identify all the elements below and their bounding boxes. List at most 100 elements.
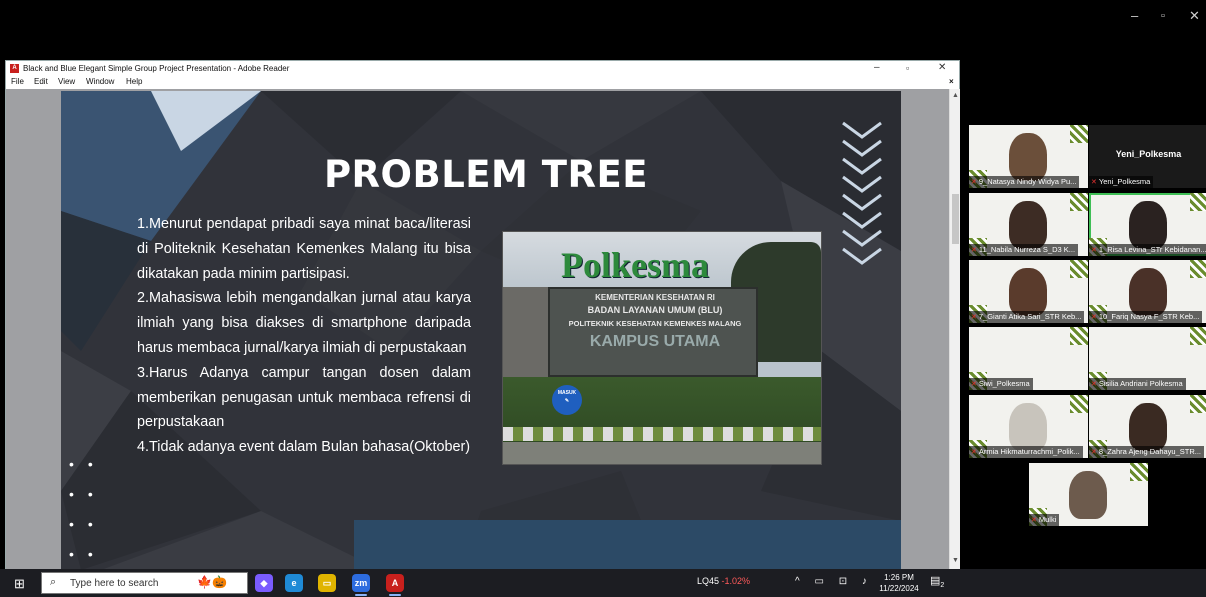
participant-name-label: ✕ 8_Zahra Ajeng Dahayu_STR... (1089, 446, 1205, 458)
participant-video (1009, 268, 1047, 316)
menu-window[interactable]: Window (86, 76, 114, 88)
dot-decoration-icon: •• (69, 456, 107, 472)
reader-maximize-button[interactable]: ▫ (906, 61, 909, 75)
participant-name: 9_Natasya Nindy Widya Pu... (978, 177, 1077, 186)
participant-name-label: ✕ Siwi_Polkesma (969, 378, 1033, 390)
search-placeholder: Type here to search (70, 578, 159, 589)
menu-file[interactable]: File (11, 76, 24, 88)
participant-video (1009, 201, 1047, 249)
edge-icon[interactable]: e (285, 574, 303, 592)
stock-change: -1.02% (721, 576, 751, 586)
notification-count: 2 (940, 582, 945, 590)
outer-maximize-button[interactable]: ▫ (1161, 8, 1165, 24)
outer-close-button[interactable]: ✕ (1189, 8, 1200, 24)
taskbar-search-box[interactable]: ⌕ Type here to search 🍁🎃 (41, 572, 248, 594)
muted-mic-icon: ✕ (1031, 517, 1037, 524)
slide-title: PROBLEM TREE (323, 153, 649, 196)
campus-sign: KEMENTERIAN KESEHATAN RI BADAN LAYANAN U… (548, 287, 758, 377)
search-highlight-icon: 🍁🎃 (197, 575, 227, 589)
stock-symbol: LQ45 (697, 576, 720, 586)
participant-name: Armia Hikmaturrachmi_Polik... (978, 447, 1080, 456)
participant-name: 11_Nabila Nurreza S_D3 K... (978, 245, 1076, 254)
dot-decoration-icon: •• (69, 516, 107, 532)
stock-widget[interactable]: LQ45 -1.02% (697, 576, 750, 586)
search-icon: ⌕ (50, 576, 57, 588)
clock-time: 1:26 PM (884, 573, 914, 582)
participant-name: Yeni_Polkesma (1098, 177, 1151, 186)
participant-name-label: ✕ 7_Gianti Atika Sari_STR Keb... (969, 311, 1085, 323)
zoom-icon[interactable]: zm (352, 574, 370, 592)
scroll-thumb[interactable] (952, 194, 959, 244)
participant-tile[interactable]: ✕ Siwi_Polkesma (969, 327, 1088, 390)
muted-mic-icon: ✕ (971, 314, 977, 321)
reader-window-title: Black and Blue Elegant Simple Group Proj… (23, 64, 290, 73)
windows-start-icon[interactable]: ⊞ (14, 576, 25, 592)
dot-decoration-icon: •• (69, 486, 107, 502)
participant-center-name: Yeni_Polkesma (1115, 149, 1182, 159)
participant-tile[interactable]: ✕ Mulki (1029, 463, 1148, 526)
notification-center-icon[interactable]: ▤2 (930, 574, 944, 590)
participant-video (1129, 403, 1167, 451)
slide-accent-bar (354, 520, 901, 570)
running-app-indicator (389, 594, 401, 596)
participant-tile[interactable]: ✕ 11_Nabila Nurreza S_D3 K... (969, 193, 1088, 256)
participant-tile[interactable]: Yeni_Polkesma ✕ Yeni_Polkesma (1089, 125, 1206, 188)
participant-video (1129, 201, 1167, 249)
muted-mic-icon: ✕ (1091, 314, 1097, 321)
desktop-screen: – ▫ ✕ A Black and Blue Elegant Simple Gr… (0, 0, 1206, 597)
participant-name-label: ✕ Yeni_Polkesma (1089, 176, 1154, 188)
muted-mic-icon: ✕ (971, 179, 977, 186)
scroll-up-icon[interactable]: ▲ (952, 92, 959, 99)
chevron-decoration-icon (842, 121, 882, 265)
document-view[interactable]: PROBLEM TREE 1.Menurut pendapat pribadi … (6, 89, 949, 570)
polkesma-logo: Polkesma (561, 245, 709, 285)
copilot-icon[interactable]: ◆ (255, 574, 273, 592)
clock-date: 11/22/2024 (879, 584, 919, 593)
participant-name: 10_Fariq Nasya F_STR Keb... (1098, 312, 1200, 321)
running-app-indicator (355, 594, 367, 596)
participant-tile[interactable]: ✕ Sisilia Andriani Polkesma (1089, 327, 1206, 390)
close-document-button[interactable]: × (949, 76, 954, 88)
participant-video (1009, 403, 1047, 451)
reader-close-button[interactable]: ✕ (938, 61, 946, 75)
muted-mic-icon: ✕ (971, 449, 977, 456)
campus-photo: Polkesma KEMENTERIAN KESEHATAN RI BADAN … (502, 231, 822, 465)
reader-menubar: File Edit View Window Help × (6, 76, 959, 88)
problem-point-4: 4.Tidak adanya event dalam Bulan bahasa(… (137, 439, 471, 456)
participant-name: Mulki (1038, 515, 1057, 524)
participant-name: 7_Gianti Atika Sari_STR Keb... (978, 312, 1082, 321)
system-tray[interactable]: ^ ▭ ⊡ ♪ (795, 576, 873, 587)
menu-view[interactable]: View (58, 76, 75, 88)
slide-body: 1.Menurut pendapat pribadi saya minat ba… (137, 212, 471, 460)
reader-minimize-button[interactable]: – (874, 61, 880, 75)
participant-name: Siwi_Polkesma (978, 379, 1030, 388)
participant-tile[interactable]: ✕ 1_Risa Levina_STr Kebidanan... (1089, 193, 1206, 256)
file-explorer-icon[interactable]: ▭ (318, 574, 336, 592)
participant-tile[interactable]: ✕ 10_Fariq Nasya F_STR Keb... (1089, 260, 1206, 323)
problem-point-1: 1.Menurut pendapat pribadi saya minat ba… (137, 216, 471, 282)
participant-video (1009, 133, 1047, 181)
participant-name-label: ✕ 10_Fariq Nasya F_STR Keb... (1089, 311, 1203, 323)
participant-tile[interactable]: ✕ 9_Natasya Nindy Widya Pu... (969, 125, 1088, 188)
scroll-down-icon[interactable]: ▼ (952, 557, 959, 564)
participant-tile[interactable]: ✕ 7_Gianti Atika Sari_STR Keb... (969, 260, 1088, 323)
adobe-reader-icon[interactable]: A (386, 574, 404, 592)
participant-name-label: ✕ 1_Risa Levina_STr Kebidanan... (1089, 244, 1206, 256)
participant-tile[interactable]: ✕ Armia Hikmaturrachmi_Polik... (969, 395, 1088, 458)
participant-tile[interactable]: ✕ 8_Zahra Ajeng Dahayu_STR... (1089, 395, 1206, 458)
participant-video (1129, 268, 1167, 316)
problem-point-2: 2.Mahasiswa lebih mengandalkan jurnal at… (137, 290, 471, 356)
participant-name-label: ✕ 9_Natasya Nindy Widya Pu... (969, 176, 1080, 188)
menu-help[interactable]: Help (126, 76, 142, 88)
presentation-slide: PROBLEM TREE 1.Menurut pendapat pribadi … (61, 91, 901, 570)
vertical-scrollbar[interactable]: ▲ ▼ (949, 89, 960, 570)
participant-name-label: ✕ Mulki (1029, 514, 1060, 526)
outer-minimize-button[interactable]: – (1131, 8, 1138, 24)
menu-edit[interactable]: Edit (34, 76, 48, 88)
taskbar-clock[interactable]: 1:26 PM 11/22/2024 (878, 572, 920, 594)
windows-taskbar: ⊞ ⌕ Type here to search 🍁🎃 ◆ e ▭ zm A LQ45 -… (0, 569, 1206, 597)
participant-name-label: ✕ Armia Hikmaturrachmi_Polik... (969, 446, 1083, 458)
reader-titlebar[interactable]: A Black and Blue Elegant Simple Group Pr… (6, 61, 959, 76)
participant-name: 8_Zahra Ajeng Dahayu_STR... (1098, 447, 1202, 456)
dot-decoration-icon: •• (69, 546, 107, 562)
